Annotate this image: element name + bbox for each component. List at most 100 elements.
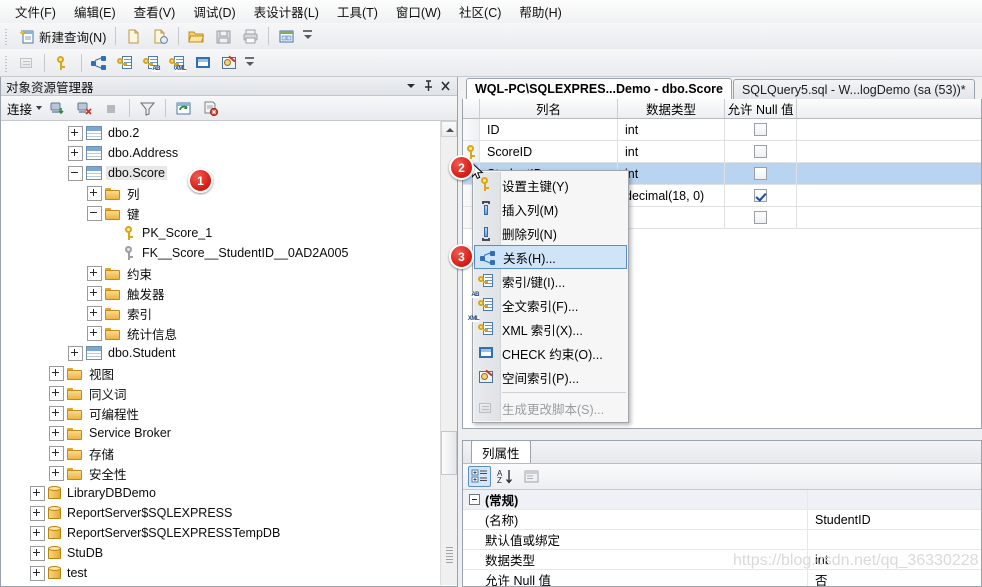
property-value-cell[interactable]: StudentID bbox=[808, 510, 981, 529]
allow-nulls-checkbox[interactable] bbox=[754, 189, 767, 202]
tree-item-pk-score-1[interactable]: PK_Score_1 bbox=[1, 223, 441, 243]
alphabetical-button[interactable]: A Z bbox=[494, 466, 517, 487]
cell-column-name[interactable]: ScoreID bbox=[480, 141, 618, 162]
table-row[interactable]: ID int bbox=[463, 119, 981, 141]
grid-header-allow-nulls[interactable]: 允许 Null 值 bbox=[725, 99, 797, 118]
cell-data-type[interactable]: int bbox=[618, 163, 725, 184]
tree-item-keys[interactable]: 键 bbox=[1, 203, 441, 223]
menu-table-designer[interactable]: 表设计器(L) bbox=[245, 0, 328, 24]
refresh-button[interactable] bbox=[171, 96, 196, 120]
allow-nulls-checkbox[interactable] bbox=[754, 211, 767, 224]
cell-allow-nulls[interactable] bbox=[725, 119, 797, 140]
manage-fulltext-index-button[interactable]: AB bbox=[139, 51, 163, 75]
manage-xml-indexes-button[interactable]: XML bbox=[165, 51, 189, 75]
tree-item-fk-score-studentid[interactable]: FK__Score__StudentID__0AD2A005 bbox=[1, 243, 441, 263]
ctx-delete-column[interactable]: 删除列(N) bbox=[473, 221, 628, 245]
tree-item-programmability[interactable]: 可编程性 bbox=[1, 403, 441, 423]
tree-item-columns[interactable]: 列 bbox=[1, 183, 441, 203]
cell-allow-nulls[interactable] bbox=[725, 207, 797, 228]
expand-plus-icon[interactable] bbox=[49, 385, 64, 401]
tree-item-storage[interactable]: 存储 bbox=[1, 443, 441, 463]
allow-nulls-checkbox[interactable] bbox=[754, 145, 767, 158]
ctx-indexes-keys[interactable]: 索引/键(I)... bbox=[473, 269, 628, 293]
stop-button[interactable] bbox=[99, 96, 124, 120]
tab-sqlquery5[interactable]: SQLQuery5.sql - W...logDemo (sa (53))* bbox=[732, 79, 975, 99]
menu-edit[interactable]: 编辑(E) bbox=[65, 0, 125, 24]
manage-indexes-keys-button[interactable] bbox=[113, 51, 137, 75]
set-primary-key-button[interactable] bbox=[50, 51, 76, 75]
tree-item-triggers[interactable]: 触发器 bbox=[1, 283, 441, 303]
connect-button[interactable]: 连接 bbox=[5, 97, 44, 120]
ctx-xml-index[interactable]: XML XML 索引(X)... bbox=[467, 316, 628, 341]
tree-item-studb[interactable]: StuDB bbox=[1, 543, 441, 563]
expand-plus-icon[interactable] bbox=[87, 305, 102, 321]
grid-header-data-type[interactable]: 数据类型 bbox=[618, 99, 725, 118]
new-file-script-button[interactable] bbox=[148, 24, 173, 48]
property-value-cell[interactable]: 否 bbox=[808, 570, 981, 586]
save-button[interactable] bbox=[211, 24, 236, 48]
toolbar-overflow-button[interactable] bbox=[244, 53, 256, 73]
expand-plus-icon[interactable] bbox=[87, 325, 102, 341]
collapse-minus-icon[interactable] bbox=[469, 494, 480, 505]
open-folder-button[interactable] bbox=[184, 24, 209, 48]
tree-item-librarydbdemo[interactable]: LibraryDBDemo bbox=[1, 483, 441, 503]
script-report-button[interactable] bbox=[198, 96, 223, 120]
tree-item-dbo-student[interactable]: dbo.Student bbox=[1, 343, 441, 363]
menu-file[interactable]: 文件(F) bbox=[6, 0, 65, 24]
expand-plus-icon[interactable] bbox=[30, 565, 45, 581]
tree-item-service-broker[interactable]: Service Broker bbox=[1, 423, 441, 443]
expand-plus-icon[interactable] bbox=[49, 445, 64, 461]
menu-window[interactable]: 窗口(W) bbox=[387, 0, 450, 24]
connect-object-explorer-button[interactable] bbox=[45, 96, 70, 120]
tree-item-reportserver[interactable]: ReportServer$SQLEXPRESS bbox=[1, 503, 441, 523]
tree-item-statistics[interactable]: 统计信息 bbox=[1, 323, 441, 343]
cell-data-type[interactable]: decimal(18, 0) bbox=[618, 185, 725, 206]
expand-plus-icon[interactable] bbox=[68, 145, 83, 161]
expand-plus-icon[interactable] bbox=[87, 285, 102, 301]
tree-item-views[interactable]: 视图 bbox=[1, 363, 441, 383]
tree-item-dbo-score[interactable]: dbo.Score bbox=[1, 163, 441, 183]
expand-plus-icon[interactable] bbox=[87, 265, 102, 281]
tree-item-indexes[interactable]: 索引 bbox=[1, 303, 441, 323]
spatial-index-button[interactable] bbox=[217, 51, 241, 75]
cell-allow-nulls[interactable] bbox=[725, 163, 797, 184]
cell-column-name[interactable]: ID bbox=[480, 119, 618, 140]
print-button[interactable] bbox=[238, 24, 263, 48]
generate-change-script-button[interactable] bbox=[15, 51, 39, 75]
cell-allow-nulls[interactable] bbox=[725, 185, 797, 206]
tree-item-test[interactable]: test bbox=[1, 563, 441, 583]
ctx-insert-column[interactable]: 插入列(M) bbox=[473, 197, 628, 221]
ctx-check-constraints[interactable]: CHECK 约束(O)... bbox=[473, 341, 628, 365]
expand-plus-icon[interactable] bbox=[30, 505, 45, 521]
property-value-cell[interactable] bbox=[808, 490, 981, 509]
tab-table-designer[interactable]: WQL-PC\SQLEXPRES...Demo - dbo.Score bbox=[466, 78, 732, 99]
expand-plus-icon[interactable] bbox=[30, 545, 45, 561]
toolbar-grip[interactable] bbox=[3, 53, 12, 72]
property-pages-button[interactable] bbox=[520, 466, 543, 487]
expand-plus-icon[interactable] bbox=[30, 525, 45, 541]
expand-plus-icon[interactable] bbox=[49, 425, 64, 441]
collapse-minus-icon[interactable] bbox=[68, 165, 83, 181]
tree-item-synonyms[interactable]: 同义词 bbox=[1, 383, 441, 403]
expand-plus-icon[interactable] bbox=[49, 365, 64, 381]
tab-column-properties[interactable]: 列属性 bbox=[471, 441, 531, 463]
menu-tools[interactable]: 工具(T) bbox=[328, 0, 387, 24]
property-value-cell[interactable] bbox=[808, 530, 981, 549]
expand-plus-icon[interactable] bbox=[87, 185, 102, 201]
expand-plus-icon[interactable] bbox=[49, 465, 64, 481]
tree-item-security[interactable]: 安全性 bbox=[1, 463, 441, 483]
menu-community[interactable]: 社区(C) bbox=[450, 0, 510, 24]
ctx-spatial-index[interactable]: 空间索引(P)... bbox=[473, 365, 628, 389]
expand-plus-icon[interactable] bbox=[30, 485, 45, 501]
allow-nulls-checkbox[interactable] bbox=[754, 123, 767, 136]
menu-help[interactable]: 帮助(H) bbox=[510, 0, 570, 24]
allow-nulls-checkbox[interactable] bbox=[754, 167, 767, 180]
prop-allow-nulls[interactable]: 允许 Null 值 否 bbox=[463, 570, 981, 586]
categorized-button[interactable] bbox=[468, 466, 491, 487]
disconnect-button[interactable] bbox=[72, 96, 97, 120]
cell-data-type[interactable]: int bbox=[618, 141, 725, 162]
cell-allow-nulls[interactable] bbox=[725, 141, 797, 162]
menu-debug[interactable]: 调试(D) bbox=[184, 0, 244, 24]
expand-plus-icon[interactable] bbox=[68, 125, 83, 141]
table-row[interactable]: ScoreID int bbox=[463, 141, 981, 163]
